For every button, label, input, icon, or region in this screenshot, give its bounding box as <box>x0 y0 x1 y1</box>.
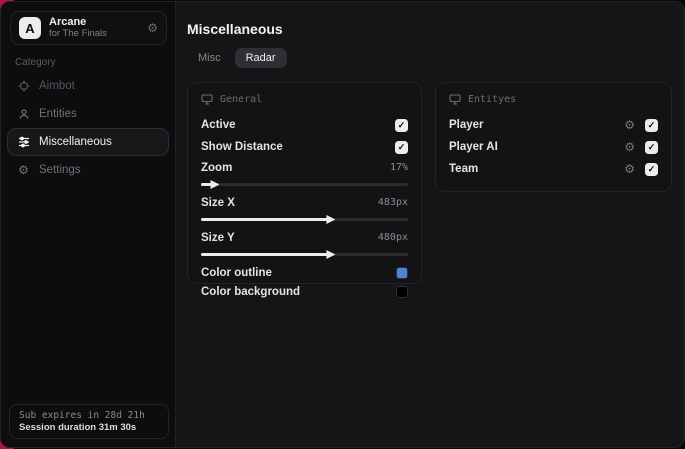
app-subtitle: for The Finals <box>49 27 107 39</box>
main-content: Miscellaneous Misc Radar General Active <box>177 2 684 447</box>
sidebar-item-settings[interactable]: ⚙ Settings <box>7 156 169 184</box>
session-info-box: Sub expires in 28d 21h Session duration … <box>9 404 169 439</box>
panel-row: General Active ✓ Show Distance ✓ Zoom 17… <box>187 82 672 298</box>
zoom-label: Zoom <box>201 161 233 174</box>
sidebar-item-label: Entities <box>39 108 77 120</box>
app-window: A Arcane for The Finals ⚙ Category Aimbo… <box>0 1 685 448</box>
tab-misc[interactable]: Misc <box>187 48 232 68</box>
session-duration-text: Session duration 31m 30s <box>19 422 137 433</box>
sidebar-item-label: Aimbot <box>39 80 75 92</box>
size-x-value: 483px <box>377 197 408 208</box>
zoom-row: Zoom 17% <box>201 158 408 177</box>
gear-icon[interactable]: ⚙ <box>624 163 635 175</box>
slider-fill <box>201 180 220 189</box>
size-y-slider[interactable] <box>201 248 408 260</box>
sidebar-item-label: Settings <box>39 164 81 176</box>
sidebar-item-miscellaneous[interactable]: Miscellaneous <box>7 128 169 156</box>
color-background-swatch[interactable] <box>396 285 408 298</box>
size-x-row: Size X 483px <box>201 193 408 212</box>
monitor-icon <box>201 94 213 105</box>
slider-track <box>201 183 408 186</box>
entity-label: Team <box>449 163 479 175</box>
slider-thumb[interactable] <box>210 180 220 189</box>
page-title: Miscellaneous <box>187 21 283 37</box>
entity-row-team: Team ⚙ ✓ <box>449 158 658 180</box>
tab-radar[interactable]: Radar <box>234 48 287 68</box>
check-icon: ✓ <box>397 119 406 130</box>
entities-panel-title: Entityes <box>468 94 517 105</box>
show-distance-row: Show Distance ✓ <box>201 136 408 158</box>
gear-icon: ⚙ <box>18 163 29 177</box>
entity-row-player-ai: Player AI ⚙ ✓ <box>449 136 658 158</box>
tab-bar: Misc Radar <box>187 48 287 68</box>
sidebar-item-aimbot[interactable]: Aimbot <box>7 72 169 100</box>
entity-checkbox[interactable]: ✓ <box>645 140 658 154</box>
zoom-value: 17% <box>389 162 408 173</box>
sidebar: A Arcane for The Finals ⚙ Category Aimbo… <box>1 2 176 447</box>
category-label: Category <box>15 57 56 68</box>
color-outline-label: Color outline <box>201 266 272 279</box>
general-panel: General Active ✓ Show Distance ✓ Zoom 17… <box>187 82 422 298</box>
entity-label: Player AI <box>449 141 498 153</box>
show-distance-checkbox[interactable]: ✓ <box>395 140 408 154</box>
size-x-slider[interactable] <box>201 213 408 225</box>
sub-expiry-text: Sub expires in 28d 21h <box>19 410 145 421</box>
show-distance-label: Show Distance <box>201 141 283 153</box>
entity-row-player: Player ⚙ ✓ <box>449 114 658 136</box>
gear-icon[interactable]: ⚙ <box>624 141 635 153</box>
general-panel-title: General <box>220 94 263 105</box>
entities-panel-header: Entityes <box>449 94 658 105</box>
slider-thumb[interactable] <box>326 215 336 224</box>
crosshair-icon <box>17 80 30 93</box>
active-checkbox[interactable]: ✓ <box>395 118 408 132</box>
size-y-value: 480px <box>377 232 408 243</box>
zoom-slider[interactable] <box>201 178 408 190</box>
entities-panel: Entityes Player ⚙ ✓ Player AI ⚙ ✓ Team ⚙… <box>435 82 672 192</box>
entity-label: Player <box>449 119 484 131</box>
entities-icon <box>17 108 30 121</box>
slider-fill <box>201 215 336 224</box>
general-panel-header: General <box>201 94 408 105</box>
sidebar-item-label: Miscellaneous <box>39 136 112 148</box>
entity-checkbox[interactable]: ✓ <box>645 118 658 132</box>
entity-checkbox[interactable]: ✓ <box>645 162 658 176</box>
check-icon: ✓ <box>397 141 406 152</box>
check-icon: ✓ <box>647 119 656 130</box>
sidebar-item-entities[interactable]: Entities <box>7 100 169 128</box>
monitor-icon <box>449 94 461 105</box>
check-icon: ✓ <box>647 163 656 174</box>
app-logo: A <box>19 17 41 39</box>
color-background-label: Color background <box>201 285 301 298</box>
gear-icon[interactable]: ⚙ <box>624 119 635 131</box>
app-identity: Arcane for The Finals <box>49 16 139 40</box>
app-name: Arcane <box>49 16 87 29</box>
active-label: Active <box>201 119 236 131</box>
size-y-row: Size Y 480px <box>201 228 408 247</box>
sidebar-nav: Aimbot Entities Miscellaneous ⚙ Settings <box>7 72 169 184</box>
app-logo-card: A Arcane for The Finals ⚙ <box>10 11 167 45</box>
color-outline-row: Color outline <box>201 263 408 282</box>
size-x-label: Size X <box>201 196 235 209</box>
slider-fill <box>201 250 336 259</box>
sliders-icon <box>17 136 30 149</box>
size-y-label: Size Y <box>201 231 235 244</box>
color-outline-swatch[interactable] <box>396 266 408 279</box>
color-background-row: Color background <box>201 282 408 301</box>
check-icon: ✓ <box>647 141 656 152</box>
active-row: Active ✓ <box>201 114 408 136</box>
slider-thumb[interactable] <box>326 250 336 259</box>
gear-icon[interactable]: ⚙ <box>147 21 158 35</box>
